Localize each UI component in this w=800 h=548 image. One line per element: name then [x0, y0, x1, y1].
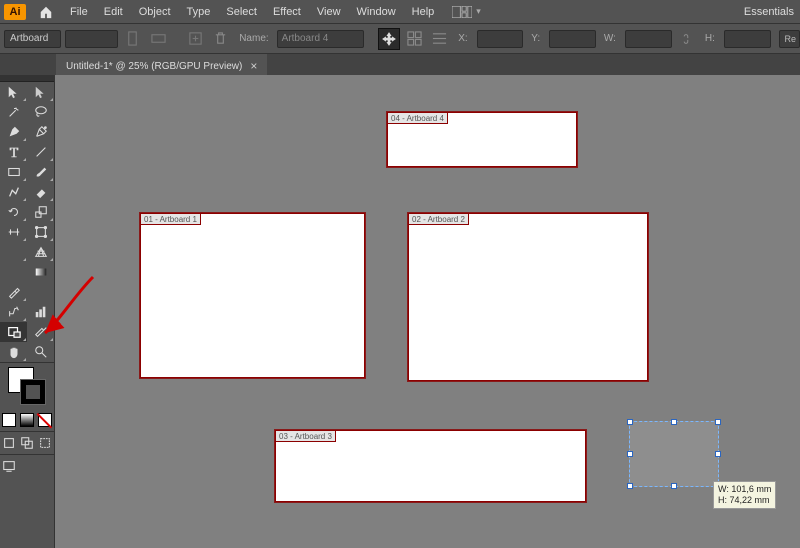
artboard[interactable]: 01 - Artboard 1 — [140, 213, 365, 378]
slice-tool[interactable] — [27, 322, 54, 342]
pen-tool[interactable] — [0, 122, 27, 142]
shaper-tool[interactable] — [0, 182, 27, 202]
w-label: W: — [604, 33, 616, 44]
blend-tool[interactable] — [27, 282, 54, 302]
fill-stroke-swatch[interactable] — [0, 363, 55, 411]
artboard-name-input[interactable]: Artboard 4 — [277, 30, 365, 48]
control-bar: Artboard Name: Artboard 4 X: Y: W: H: Re — [0, 24, 800, 54]
close-tab-icon[interactable]: × — [250, 60, 257, 72]
workspace-label[interactable]: Essentials — [738, 2, 800, 22]
artboard-label: 04 - Artboard 4 — [387, 112, 448, 124]
menu-select[interactable]: Select — [218, 2, 265, 22]
eyedropper-tool[interactable] — [0, 282, 27, 302]
y-label: Y: — [531, 33, 540, 44]
scale-tool[interactable] — [27, 202, 54, 222]
menu-object[interactable]: Object — [131, 2, 179, 22]
menu-effect[interactable]: Effect — [265, 2, 309, 22]
artboard-label: 02 - Artboard 2 — [408, 213, 469, 225]
selection-tool[interactable] — [0, 82, 27, 102]
menu-file[interactable]: File — [62, 2, 96, 22]
x-input[interactable] — [477, 30, 524, 48]
eraser-tool[interactable] — [27, 182, 54, 202]
zoom-tool[interactable] — [27, 342, 54, 362]
tooltip-width: W: 101,6 mm — [718, 484, 771, 495]
type-tool[interactable] — [0, 142, 27, 162]
lasso-tool[interactable] — [27, 102, 54, 122]
artboard[interactable]: 03 - Artboard 3 — [275, 430, 586, 502]
symbol-sprayer-tool[interactable] — [0, 302, 27, 322]
column-graph-tool[interactable] — [27, 302, 54, 322]
menubar: Ai File Edit Object Type Select Effect V… — [0, 0, 800, 24]
rotate-tool[interactable] — [0, 202, 27, 222]
hand-tool[interactable] — [0, 342, 27, 362]
menu-view[interactable]: View — [309, 2, 349, 22]
new-artboard-button[interactable] — [185, 28, 206, 50]
app-logo: Ai — [4, 4, 26, 20]
document-tabs: Untitled-1* @ 25% (RGB/GPU Preview) × — [0, 54, 800, 75]
artboard-options-grid-icon[interactable] — [404, 28, 425, 50]
move-with-artboard-button[interactable] — [378, 28, 399, 50]
free-transform-tool[interactable] — [27, 222, 54, 242]
draw-mode-normal[interactable] — [0, 434, 18, 452]
color-mode-solid[interactable] — [0, 411, 18, 429]
rectangle-tool[interactable] — [0, 162, 27, 182]
perspective-grid-tool[interactable] — [27, 242, 54, 262]
tooltip-height: H: 74,22 mm — [718, 495, 771, 506]
shape-builder-tool[interactable] — [0, 242, 27, 262]
artboard-label: 03 - Artboard 3 — [275, 430, 336, 442]
name-label: Name: — [239, 33, 268, 44]
home-icon[interactable] — [34, 3, 58, 21]
menu-edit[interactable]: Edit — [96, 2, 131, 22]
direct-selection-tool[interactable] — [27, 82, 54, 102]
reset-button[interactable]: Re — [779, 30, 800, 48]
color-mode-none[interactable] — [36, 411, 54, 429]
color-mode-gradient[interactable] — [18, 411, 36, 429]
orientation-landscape-button[interactable] — [147, 28, 168, 50]
draw-mode-behind[interactable] — [18, 434, 36, 452]
screen-mode-button[interactable] — [0, 457, 18, 475]
chevron-down-icon: ▾ — [476, 6, 481, 17]
mesh-tool[interactable] — [0, 262, 27, 282]
artboard-options-list-icon[interactable] — [429, 28, 450, 50]
curvature-tool[interactable] — [27, 122, 54, 142]
tool-panel — [0, 75, 55, 548]
menu-window[interactable]: Window — [349, 2, 404, 22]
canvas[interactable]: 01 - Artboard 1 02 - Artboard 2 03 - Artbo… — [55, 75, 800, 548]
artboard-label: 01 - Artboard 1 — [140, 213, 201, 225]
artboard[interactable]: 02 - Artboard 2 — [408, 213, 648, 381]
h-label: H: — [705, 33, 715, 44]
width-tool[interactable] — [0, 222, 27, 242]
dimension-tooltip: W: 101,6 mm H: 74,22 mm — [713, 481, 776, 509]
gradient-tool[interactable] — [27, 262, 54, 282]
artboard[interactable]: 04 - Artboard 4 — [387, 112, 577, 167]
w-input[interactable] — [625, 30, 672, 48]
x-label: X: — [458, 33, 467, 44]
magic-wand-tool[interactable] — [0, 102, 27, 122]
color-mode-row — [0, 411, 54, 429]
draw-mode-inside[interactable] — [36, 434, 54, 452]
paintbrush-tool[interactable] — [27, 162, 54, 182]
orientation-portrait-button[interactable] — [122, 28, 143, 50]
delete-artboard-button[interactable] — [210, 28, 231, 50]
menu-help[interactable]: Help — [404, 2, 443, 22]
object-type-label: Artboard — [4, 30, 61, 48]
document-tab-title: Untitled-1* @ 25% (RGB/GPU Preview) — [66, 61, 242, 72]
h-input[interactable] — [724, 30, 771, 48]
link-wh-button[interactable] — [676, 28, 697, 50]
tool-panel-grip[interactable] — [0, 75, 54, 82]
stroke-swatch[interactable] — [20, 379, 46, 405]
artboard-preset-select[interactable] — [65, 30, 118, 48]
y-input[interactable] — [549, 30, 596, 48]
document-tab[interactable]: Untitled-1* @ 25% (RGB/GPU Preview) × — [56, 54, 267, 75]
line-segment-tool[interactable] — [27, 142, 54, 162]
new-artboard-marquee[interactable] — [629, 421, 719, 487]
menu-type[interactable]: Type — [179, 2, 219, 22]
artboard-tool[interactable] — [0, 322, 27, 342]
arrange-documents[interactable]: ▾ — [448, 6, 485, 18]
